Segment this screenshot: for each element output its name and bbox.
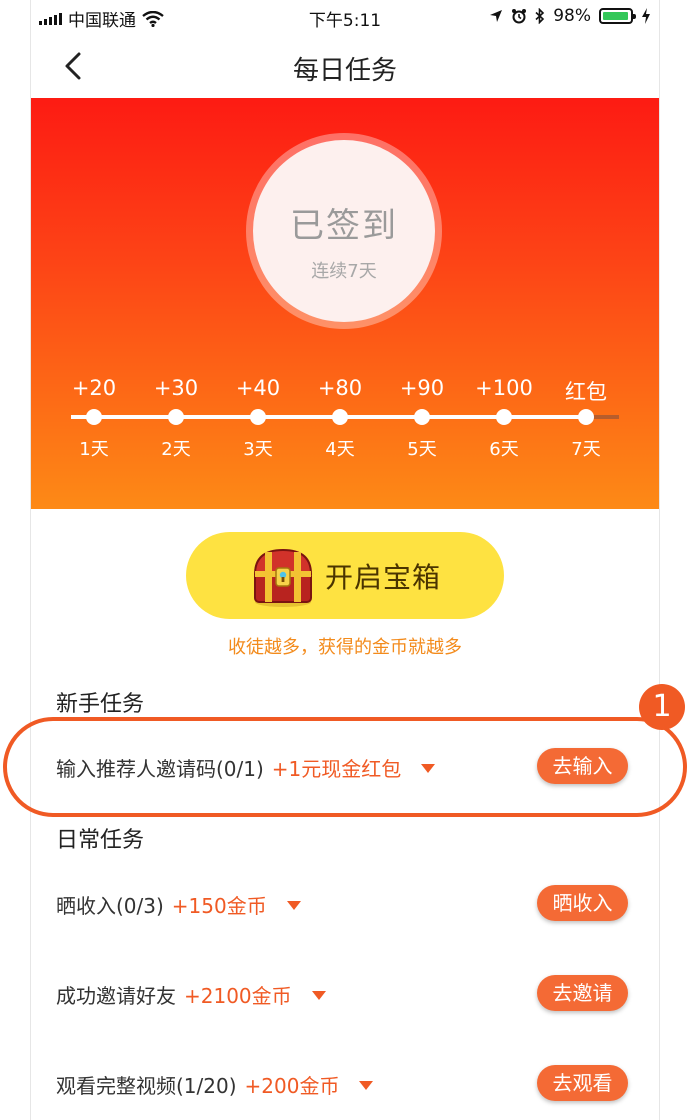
chest-hint: 收徒越多，获得的金币就越多 <box>228 637 462 658</box>
task-text[interactable]: 观看完整视频(1/20) +200金币 <box>56 1070 374 1099</box>
checkin-step: +40 3天 <box>223 376 293 461</box>
invite-button[interactable]: 去邀请 <box>537 975 628 1011</box>
task-name: 成功邀请好友 <box>56 984 176 1008</box>
checkin-step: +90 5天 <box>387 376 457 461</box>
checkin-banner: 已签到 连续7天 +20 1天 +30 2天 +40 3天 +80 4天 +90 5天 +100 6天… <box>31 98 659 509</box>
annotation-badge: 1 <box>639 684 685 730</box>
step-day: 6天 <box>489 439 519 460</box>
step-reward: 红包 <box>565 380 607 404</box>
bluetooth-icon <box>535 8 545 24</box>
status-bar: 中国联通 下午5:11 98% <box>31 0 659 34</box>
task-text[interactable]: 输入推荐人邀请码(0/1) +1元现金红包 <box>56 753 436 782</box>
step-reward: +100 <box>475 376 533 400</box>
battery-icon <box>599 8 636 24</box>
checkin-step: 红包 7天 <box>551 376 621 461</box>
checkin-circle[interactable]: 已签到 连续7天 <box>246 133 442 329</box>
task-row-invite-code: 输入推荐人邀请码(0/1) +1元现金红包 去输入 <box>31 743 659 793</box>
status-right: 98% <box>489 6 651 26</box>
newbie-section-title: 新手任务 <box>56 692 145 717</box>
task-row-invite-friend: 成功邀请好友 +2100金币 去邀请 <box>31 970 659 1020</box>
location-icon <box>490 10 503 22</box>
open-chest-label: 开启宝箱 <box>324 560 441 594</box>
watch-video-button[interactable]: 去观看 <box>537 1065 628 1101</box>
task-bonus: +200金币 <box>244 1074 340 1098</box>
task-name: 晒收入(0/3) <box>56 894 164 918</box>
enter-code-button[interactable]: 去输入 <box>537 748 628 784</box>
caret-down-icon[interactable] <box>311 991 326 1000</box>
page-title: 每日任务 <box>292 56 397 86</box>
step-reward: +40 <box>235 376 281 400</box>
nav-bar: 每日任务 <box>31 34 659 98</box>
checkin-step: +100 6天 <box>469 376 539 461</box>
step-reward: +90 <box>399 376 445 400</box>
battery-percent: 98% <box>553 6 591 26</box>
task-bonus: +150金币 <box>171 894 267 918</box>
step-dot <box>168 409 184 425</box>
checkin-step: +30 2天 <box>141 376 211 461</box>
step-day: 7天 <box>571 439 601 460</box>
checkin-step: +80 4天 <box>305 376 375 461</box>
alarm-icon <box>512 9 527 24</box>
step-dot <box>578 409 594 425</box>
task-name: 观看完整视频(1/20) <box>56 1074 237 1098</box>
task-row-share-income: 晒收入(0/3) +150金币 晒收入 <box>31 880 659 930</box>
checkin-streak: 连续7天 <box>311 261 377 282</box>
step-reward: +20 <box>71 376 117 400</box>
step-day: 2天 <box>161 439 191 460</box>
step-reward: +80 <box>317 376 363 400</box>
step-dot <box>86 409 102 425</box>
task-name: 输入推荐人邀请码(0/1) <box>56 757 264 781</box>
checkin-status: 已签到 <box>290 206 398 246</box>
step-day: 3天 <box>243 439 273 460</box>
task-row-watch-video: 观看完整视频(1/20) +200金币 去观看 <box>31 1060 659 1110</box>
task-bonus: +2100金币 <box>184 984 292 1008</box>
step-dot <box>250 409 266 425</box>
checkin-step: +20 1天 <box>59 376 129 461</box>
open-chest-button[interactable]: 开启宝箱 <box>186 532 504 619</box>
charging-icon <box>642 8 650 24</box>
caret-down-icon[interactable] <box>359 1081 374 1090</box>
treasure-chest-icon <box>253 548 312 607</box>
right-border <box>659 0 660 1120</box>
task-bonus: +1元现金红包 <box>271 757 402 781</box>
step-reward: +30 <box>153 376 199 400</box>
share-income-button[interactable]: 晒收入 <box>537 885 628 921</box>
task-text[interactable]: 成功邀请好友 +2100金币 <box>56 980 326 1009</box>
task-text[interactable]: 晒收入(0/3) +150金币 <box>56 890 301 919</box>
caret-down-icon[interactable] <box>421 764 436 773</box>
caret-down-icon[interactable] <box>286 901 301 910</box>
step-day: 4天 <box>325 439 355 460</box>
step-dot <box>332 409 348 425</box>
step-day: 5天 <box>407 439 437 460</box>
daily-section-title: 日常任务 <box>56 828 145 853</box>
step-day: 1天 <box>79 439 109 460</box>
step-dot <box>414 409 430 425</box>
step-dot <box>496 409 512 425</box>
